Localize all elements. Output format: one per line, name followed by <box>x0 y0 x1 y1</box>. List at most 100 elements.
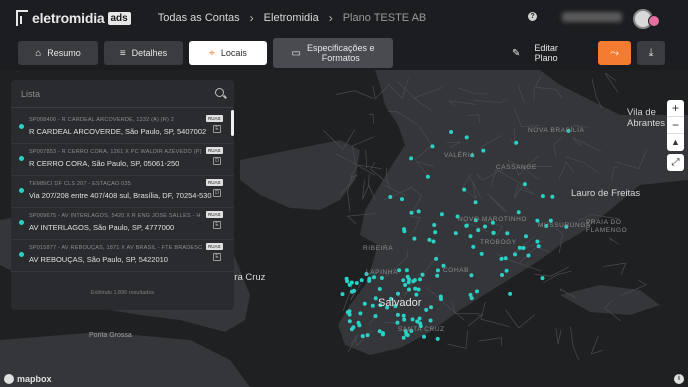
location-marker[interactable] <box>416 209 421 214</box>
list-item[interactable]: SP008400 - R CARDEAL ARCOVERDE, 1332 (A)… <box>11 112 234 144</box>
location-marker[interactable] <box>479 251 484 256</box>
location-marker[interactable] <box>469 273 474 278</box>
location-marker[interactable] <box>347 319 352 324</box>
location-marker[interactable] <box>400 197 404 202</box>
location-marker[interactable] <box>356 320 361 325</box>
location-marker[interactable] <box>483 224 487 229</box>
location-marker[interactable] <box>402 229 407 234</box>
location-marker[interactable] <box>412 236 417 241</box>
list-item[interactable]: SP015877 - AV REBOUÇAS, 1871 X AV BRASIL… <box>11 240 234 272</box>
zoom-out-button[interactable]: − <box>667 117 684 134</box>
location-marker[interactable] <box>427 237 432 242</box>
location-marker[interactable] <box>401 313 406 318</box>
location-marker[interactable] <box>431 239 436 244</box>
location-marker[interactable] <box>380 332 385 337</box>
location-marker[interactable] <box>365 333 370 338</box>
location-marker[interactable] <box>522 182 527 187</box>
location-marker[interactable] <box>367 278 372 283</box>
location-marker[interactable] <box>347 312 352 317</box>
location-marker[interactable] <box>362 301 367 306</box>
location-marker[interactable] <box>503 256 508 261</box>
location-marker[interactable] <box>449 130 454 134</box>
location-marker[interactable] <box>415 319 420 324</box>
location-marker[interactable] <box>464 223 469 228</box>
location-marker[interactable] <box>395 320 400 325</box>
location-marker[interactable] <box>505 231 510 236</box>
location-marker[interactable] <box>412 278 417 283</box>
location-marker[interactable] <box>491 230 496 235</box>
location-marker[interactable] <box>424 307 429 312</box>
location-marker[interactable] <box>453 231 458 236</box>
location-marker[interactable] <box>433 230 438 235</box>
location-marker[interactable] <box>377 287 382 291</box>
location-marker[interactable] <box>517 245 522 250</box>
location-marker[interactable] <box>521 246 526 250</box>
format-icon[interactable]: D <box>213 189 221 197</box>
info-icon[interactable]: i <box>674 374 684 384</box>
search-bar[interactable]: Lista <box>11 80 234 108</box>
location-marker[interactable] <box>340 292 345 297</box>
location-marker[interactable] <box>425 174 430 179</box>
location-marker[interactable] <box>540 276 545 281</box>
location-marker[interactable] <box>344 276 349 281</box>
location-marker[interactable] <box>435 273 440 278</box>
location-marker[interactable] <box>405 333 410 338</box>
location-marker[interactable] <box>358 311 363 316</box>
format-icon[interactable]: E <box>213 221 221 229</box>
location-marker[interactable] <box>403 283 408 287</box>
location-marker[interactable] <box>404 268 409 273</box>
location-marker[interactable] <box>422 334 426 339</box>
location-marker[interactable] <box>414 292 419 297</box>
location-marker[interactable] <box>413 286 418 291</box>
location-marker[interactable] <box>432 223 437 227</box>
location-marker[interactable] <box>428 318 433 323</box>
search-icon[interactable] <box>215 88 224 97</box>
location-marker[interactable] <box>359 278 364 283</box>
share-button[interactable]: ⤳ <box>598 41 631 65</box>
location-marker[interactable] <box>354 281 359 285</box>
location-marker[interactable] <box>464 135 469 140</box>
location-marker[interactable] <box>418 277 422 282</box>
location-marker[interactable] <box>504 268 509 273</box>
location-marker[interactable] <box>420 272 425 277</box>
compass-button[interactable]: ▲ <box>667 134 684 151</box>
location-marker[interactable] <box>514 140 519 145</box>
location-marker[interactable] <box>481 148 486 153</box>
user-name[interactable] <box>562 12 622 22</box>
tab-detalhes[interactable]: ≡ Detalhes <box>104 41 183 65</box>
brand-logo[interactable]: eletromidia ads <box>16 10 131 26</box>
location-marker[interactable] <box>434 256 439 261</box>
location-marker[interactable] <box>373 314 378 319</box>
location-marker[interactable] <box>439 297 443 301</box>
search-input[interactable]: Lista <box>21 89 40 99</box>
location-marker[interactable] <box>462 187 467 192</box>
format-icon[interactable]: E <box>213 253 221 261</box>
location-marker[interactable] <box>395 312 400 317</box>
location-marker[interactable] <box>536 244 541 249</box>
location-marker[interactable] <box>407 287 411 292</box>
location-marker[interactable] <box>439 212 444 217</box>
location-marker[interactable] <box>396 291 400 296</box>
location-marker[interactable] <box>524 234 528 239</box>
location-marker[interactable] <box>402 317 407 322</box>
location-marker[interactable] <box>535 239 540 244</box>
location-marker[interactable] <box>351 325 356 330</box>
location-marker[interactable] <box>508 291 513 296</box>
list-item[interactable]: SP009675 - AV INTERLAGOS, 5420 X R ENG J… <box>11 208 234 240</box>
location-marker[interactable] <box>473 200 478 205</box>
tab-resumo[interactable]: ⌂ Resumo <box>18 41 98 65</box>
tab-locais[interactable]: ⌖ Locais <box>189 41 267 65</box>
edit-plan-button[interactable]: ✎ Editar Plano <box>512 41 558 65</box>
download-button[interactable]: ⤓ <box>637 41 665 65</box>
location-marker[interactable] <box>401 335 406 340</box>
location-marker[interactable] <box>550 194 555 199</box>
location-marker[interactable] <box>500 273 504 277</box>
location-marker[interactable] <box>401 278 406 283</box>
mapbox-logo[interactable]: mapbox <box>4 374 52 384</box>
location-marker[interactable] <box>526 253 531 258</box>
list-item[interactable]: SP007853 - R CERRO CORA, 1261 X PC WALDI… <box>11 144 234 176</box>
location-marker[interactable] <box>468 234 473 239</box>
format-icon[interactable]: D <box>213 157 221 165</box>
location-marker[interactable] <box>475 289 479 294</box>
list-scrollbar[interactable] <box>231 110 234 136</box>
